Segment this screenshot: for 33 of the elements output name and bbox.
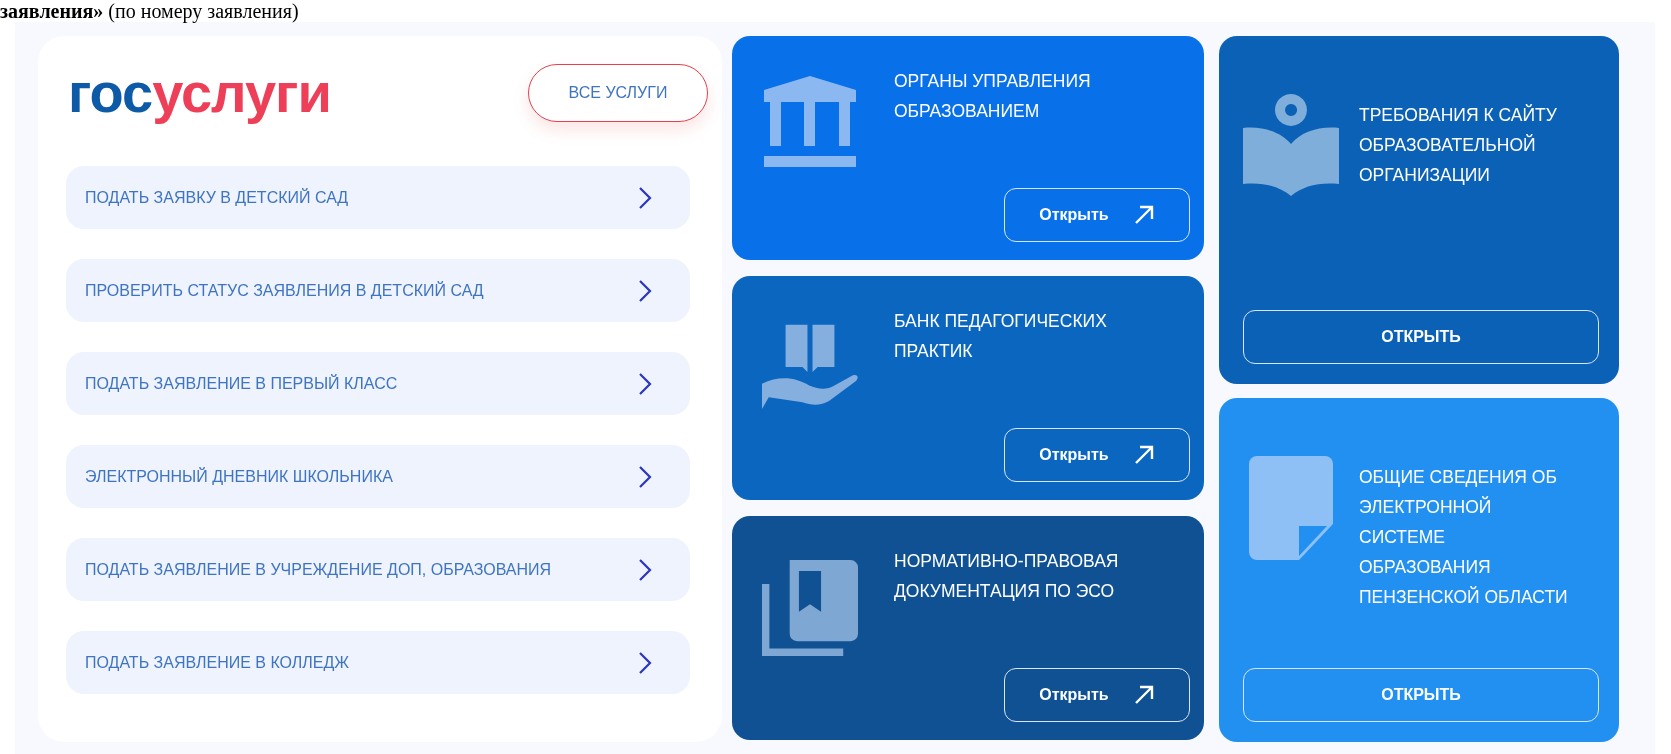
tile-title: ТРЕБОВАНИЯ К САЙТУ ОБРАЗОВАТЕЛЬНОЙ ОРГАНИЗАЦИИ <box>1359 103 1557 187</box>
service-item[interactable]: ПРОВЕРИТЬ СТАТУС ЗАЯВЛЕНИЯ В ДЕТСКИЙ САД <box>66 259 690 322</box>
open-button[interactable]: ОТКРЫТЬ <box>1243 310 1599 364</box>
open-button[interactable]: Открыть <box>1004 188 1190 242</box>
tile-title: БАНК ПЕДАГОГИЧЕСКИХ ПРАКТИК <box>893 310 1107 363</box>
service-label: ПРОВЕРИТЬ СТАТУС ЗАЯВЛЕНИЯ В ДЕТСКИЙ САД <box>85 281 484 300</box>
chevron-right-icon <box>638 371 652 396</box>
tile-title: ОРГАНЫ УПРАВЛЕНИЯ ОБРАЗОВАНИЕМ <box>893 70 1091 123</box>
open-button[interactable]: Открыть <box>1004 428 1190 482</box>
reader-icon <box>1243 94 1339 196</box>
chevron-right-icon <box>638 185 652 210</box>
open-button[interactable]: ОТКРЫТЬ <box>1243 668 1599 722</box>
chevron-right-icon <box>638 650 652 675</box>
service-label: ПОДАТЬ ЗАЯВЛЕНИЕ В КОЛЛЕДЖ <box>85 653 350 672</box>
service-label: ПОДАТЬ ЗАЯВЛЕНИЕ В УЧРЕЖДЕНИЕ ДОП, ОБРАЗОВАНИЯ <box>85 560 552 579</box>
service-item[interactable]: ПОДАТЬ ЗАЯВЛЕНИЕ В УЧРЕЖДЕНИЕ ДОП, ОБРАЗОВАНИЯ <box>66 538 690 601</box>
service-item[interactable]: ПОДАТЬ ЗАЯВЛЕНИЕ В КОЛЛЕДЖ <box>66 631 690 694</box>
all-services-button[interactable]: ВСЕ УСЛУГИ <box>528 64 708 122</box>
service-item[interactable]: ПОДАТЬ ЗАЯВКУ В ДЕТСКИЙ САД <box>66 166 690 229</box>
chevron-right-icon <box>638 464 652 489</box>
service-label: ПОДАТЬ ЗАЯВКУ В ДЕТСКИЙ САД <box>85 188 349 207</box>
service-item[interactable]: ПОДАТЬ ЗАЯВЛЕНИЕ В ПЕРВЫЙ КЛАСС <box>66 352 690 415</box>
chevron-right-icon <box>638 557 652 582</box>
service-item[interactable]: ЭЛЕКТРОННЫЙ ДНЕВНИК ШКОЛЬНИКА <box>66 445 690 508</box>
open-button[interactable]: Открыть <box>1004 668 1190 722</box>
document-icon <box>1249 456 1333 560</box>
chevron-right-icon <box>638 278 652 303</box>
tile-title: ОБЩИЕ СВЕДЕНИЯ ОБ ЭЛЕКТРОННОЙ СИСТЕМЕ ОБРАЗОВАНИЯ ПЕНЗЕНСКОЙ ОБЛАСТИ <box>1359 466 1568 609</box>
tile-title: НОРМАТИВНО-ПРАВОВАЯ ДОКУМЕНТАЦИЯ ПО ЭСО <box>893 550 1119 603</box>
bank-icon <box>764 76 856 168</box>
service-label: ЭЛЕКТРОННЫЙ ДНЕВНИК ШКОЛЬНИКА <box>85 467 393 486</box>
service-label: ПОДАТЬ ЗАЯВЛЕНИЕ В ПЕРВЫЙ КЛАСС <box>85 374 398 393</box>
heading-text: заявления» (по номеру заявления) <box>0 0 300 22</box>
